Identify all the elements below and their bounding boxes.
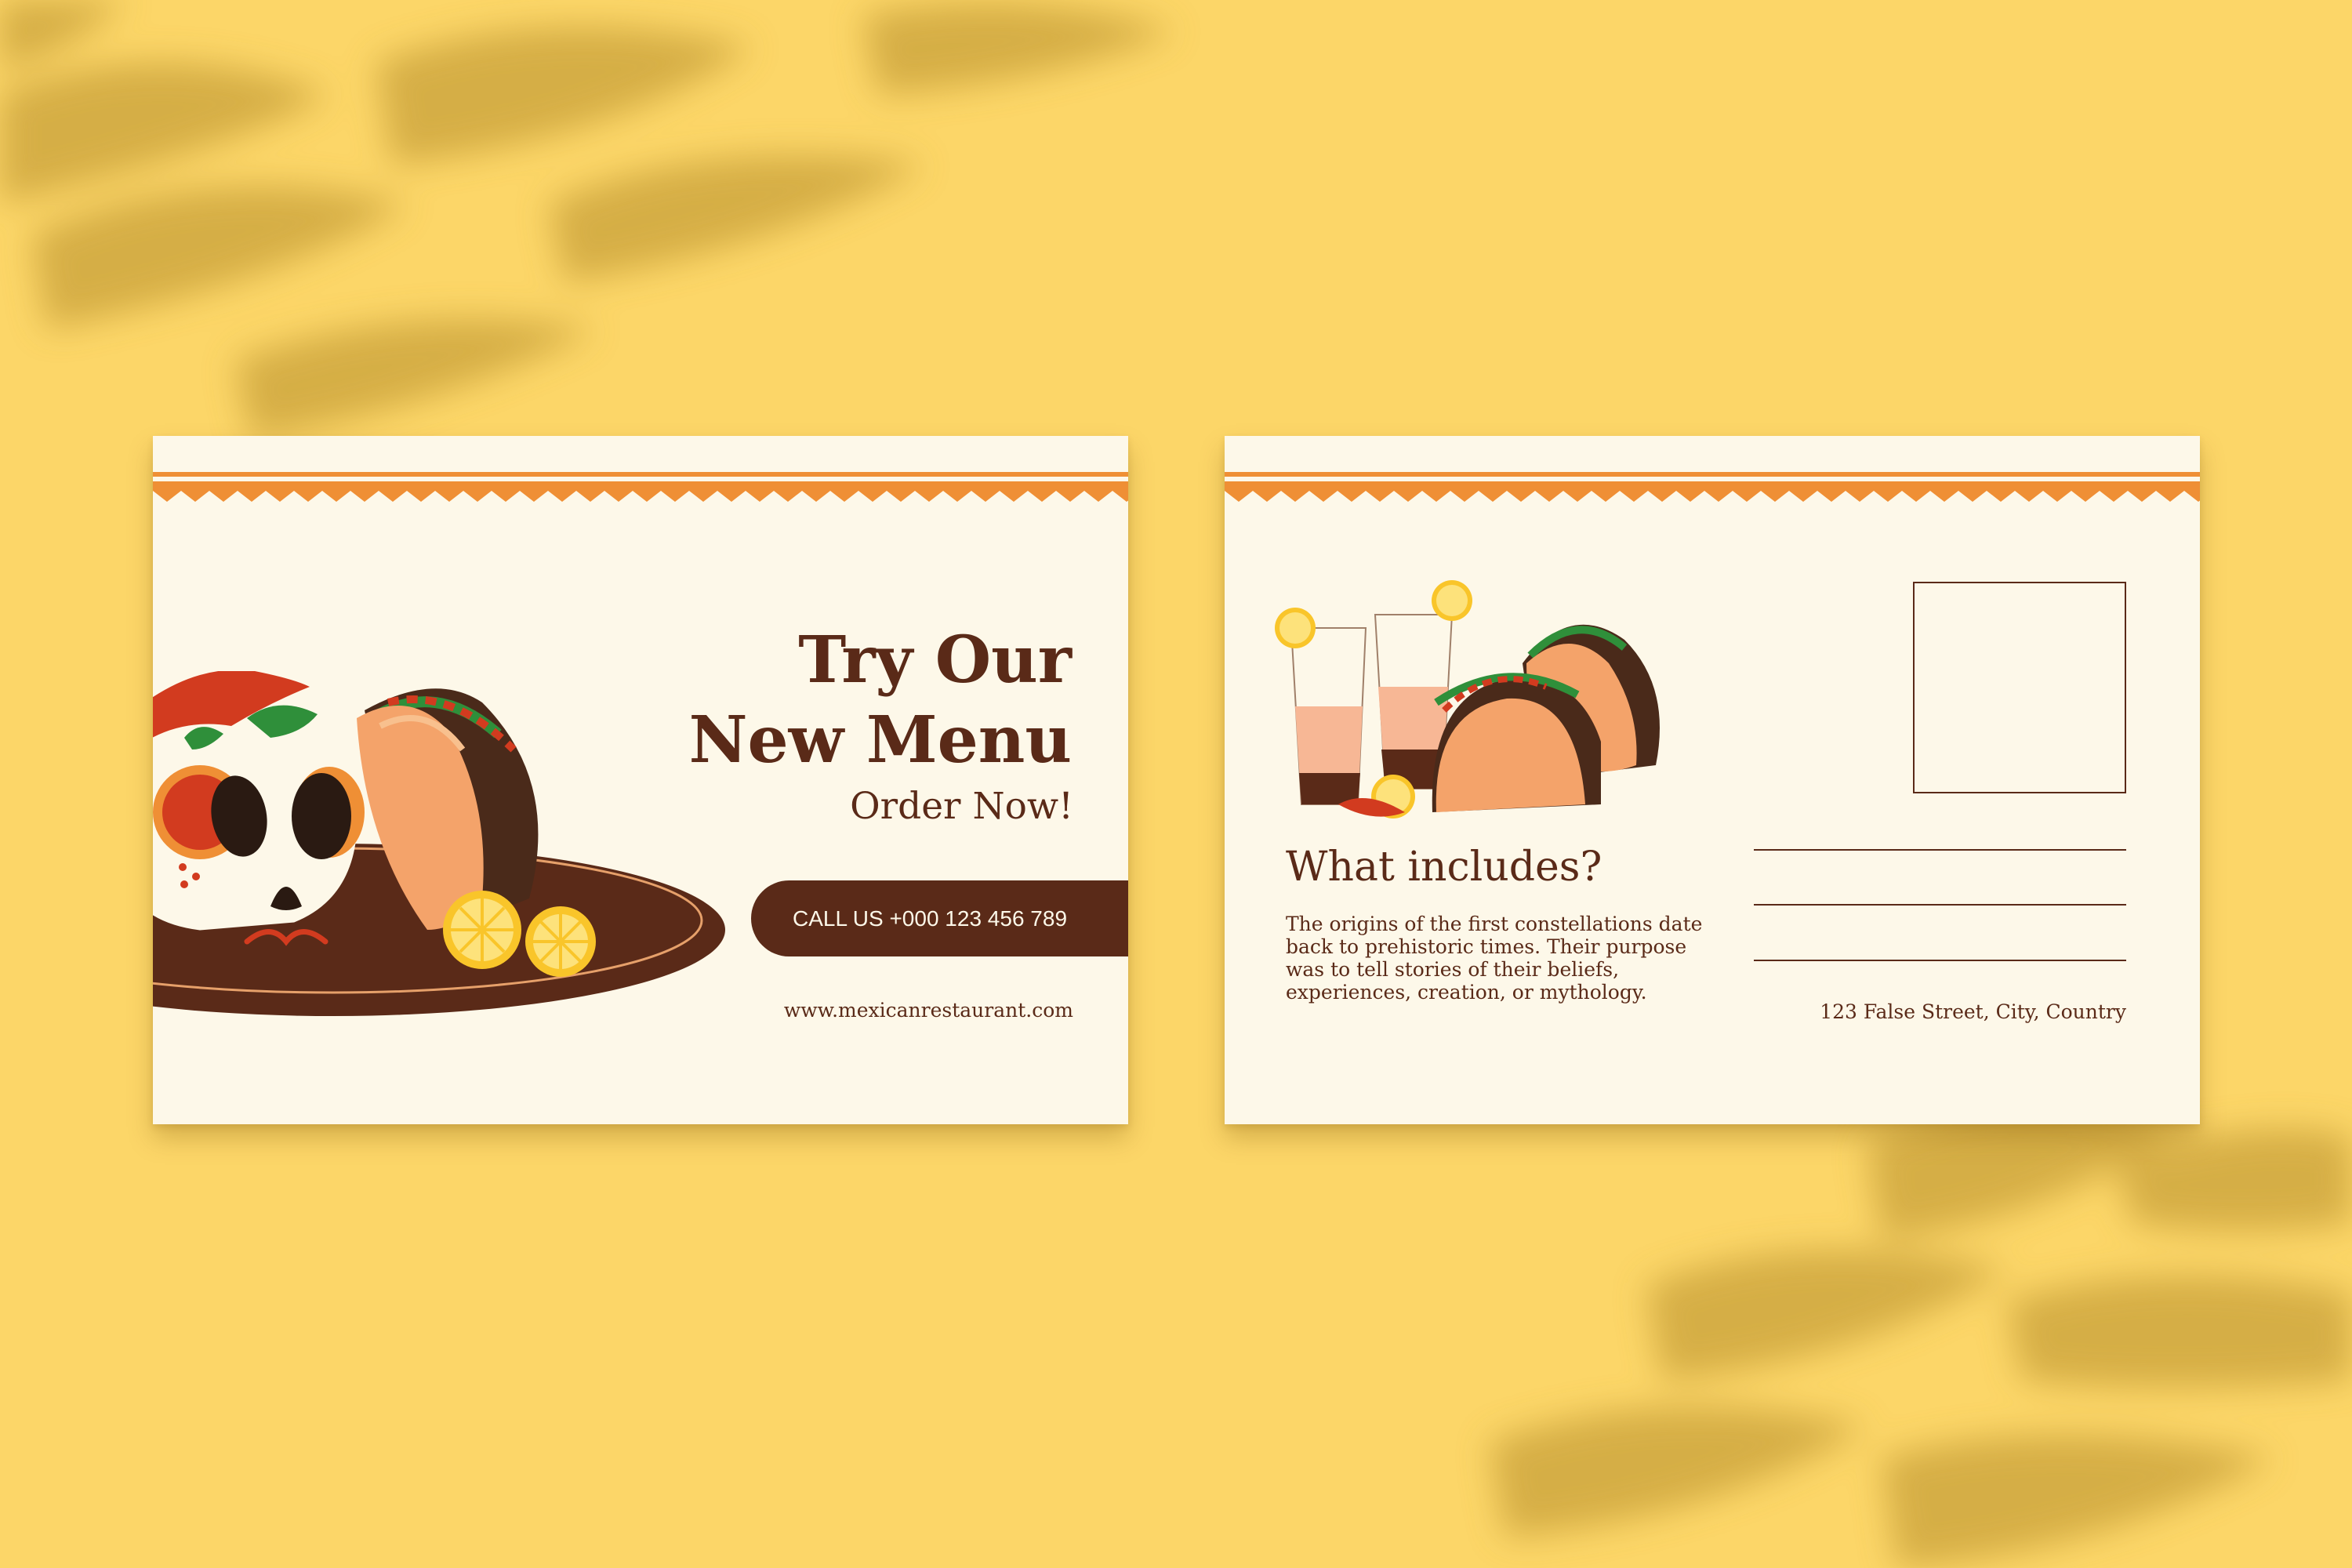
postcard-back: What includes? The origins of the first … — [1225, 436, 2200, 1124]
order-now-text: Order Now! — [850, 785, 1073, 828]
postcard-front: Try Our New Menu Order Now! CALL US +000… — [153, 436, 1128, 1124]
what-includes-heading: What includes? — [1286, 844, 1602, 891]
drinks-tacos-illustration — [1275, 580, 1660, 818]
title-line-1: Try Our — [798, 622, 1072, 698]
menu-title: Try Our New Menu — [601, 620, 1072, 780]
stamp-box — [1913, 582, 2126, 793]
glass-icon — [1290, 627, 1367, 805]
title-line-2: New Menu — [688, 702, 1072, 778]
taco-icon — [1432, 673, 1601, 812]
address-line — [1754, 960, 2126, 961]
description-text: The origins of the first constellations … — [1286, 913, 1703, 1004]
call-us-button[interactable]: CALL US +000 123 456 789 — [751, 880, 1128, 956]
address-text: 123 False Street, City, Country — [1820, 1000, 2126, 1023]
zigzag-border — [1225, 472, 2200, 502]
address-line — [1754, 904, 2126, 906]
zigzag-border — [153, 472, 1128, 502]
website-link[interactable]: www.mexicanrestaurant.com — [784, 999, 1073, 1022]
address-line — [1754, 849, 2126, 851]
